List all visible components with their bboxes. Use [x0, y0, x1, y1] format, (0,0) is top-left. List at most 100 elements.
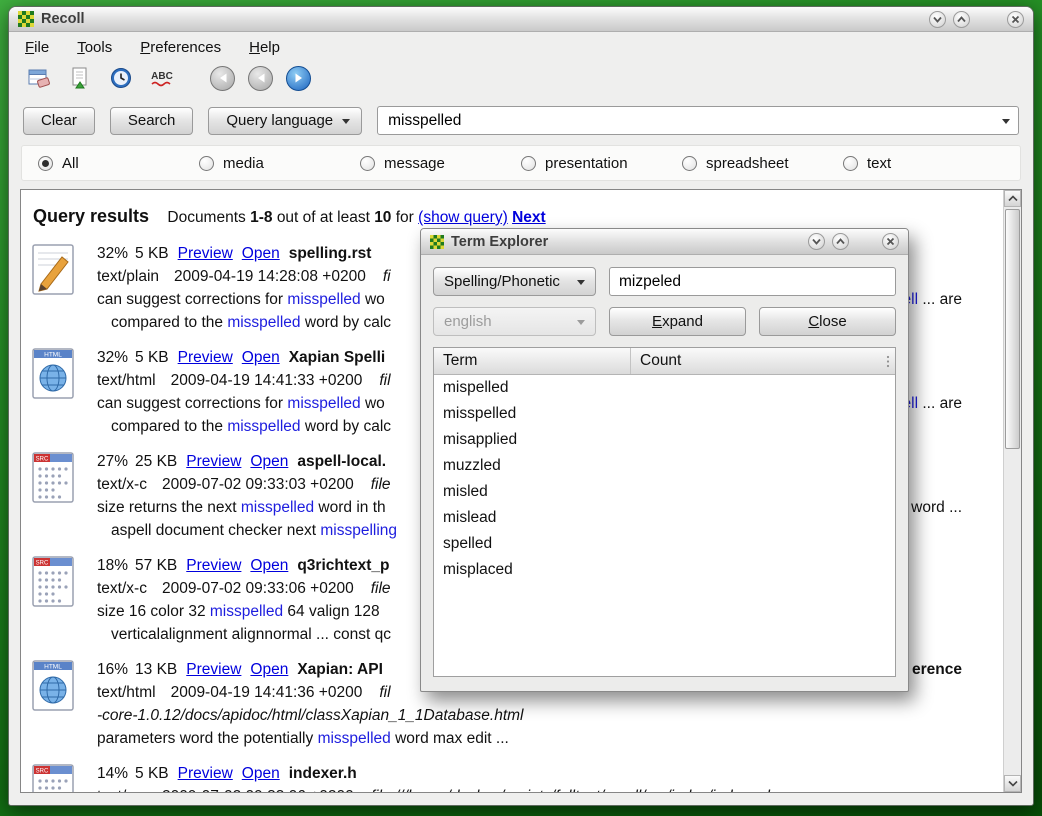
- result-title: aspell-local.: [297, 453, 386, 470]
- count-column-header[interactable]: Count: [631, 348, 895, 374]
- chevron-down-icon: [811, 236, 822, 247]
- dialog-title: Term Explorer: [451, 234, 548, 250]
- clock-icon: [109, 66, 133, 90]
- filter-all[interactable]: All: [38, 155, 199, 172]
- arrow-right-icon: [292, 71, 306, 85]
- menu-tools[interactable]: Tools: [77, 39, 112, 56]
- term-row[interactable]: mispelled: [434, 375, 895, 401]
- file-size: 57 KB: [135, 557, 177, 574]
- svg-text:SRC: SRC: [36, 457, 49, 463]
- first-page-button[interactable]: [210, 66, 235, 91]
- results-range: 1-8: [250, 209, 272, 226]
- expand-button[interactable]: Expand: [609, 307, 746, 336]
- dialog-close-button[interactable]: [882, 233, 899, 250]
- close-button[interactable]: Close: [759, 307, 896, 336]
- term-table-header[interactable]: Term Count: [434, 348, 895, 375]
- filter-media[interactable]: media: [199, 155, 360, 172]
- result-title: indexer.h: [289, 765, 357, 782]
- dialog-maximize-button[interactable]: [832, 233, 849, 250]
- expansion-mode-combo[interactable]: Spelling/Phonetic: [433, 267, 596, 296]
- open-link[interactable]: Open: [242, 349, 280, 366]
- open-link[interactable]: Open: [250, 557, 288, 574]
- shade-button[interactable]: [929, 11, 946, 28]
- term-row[interactable]: misapplied: [434, 427, 895, 453]
- chevron-down-icon: [1008, 780, 1018, 787]
- term-explorer-button[interactable]: ABC: [144, 62, 180, 94]
- query-language-combo[interactable]: Query language: [208, 107, 362, 135]
- preview-link[interactable]: Preview: [186, 557, 241, 574]
- chevron-up-icon: [956, 14, 967, 25]
- next-page-link[interactable]: Next: [512, 209, 546, 226]
- filter-presentation[interactable]: presentation: [521, 155, 682, 172]
- svg-text:SRC: SRC: [36, 561, 49, 567]
- maximize-button[interactable]: [953, 11, 970, 28]
- scroll-down-button[interactable]: [1004, 775, 1021, 792]
- search-history-dropdown[interactable]: [994, 107, 1018, 134]
- result-title: q3richtext_p: [297, 557, 389, 574]
- results-scrollbar[interactable]: [1003, 190, 1021, 792]
- next-page-button[interactable]: [286, 66, 311, 91]
- menu-help[interactable]: Help: [249, 39, 280, 56]
- term-row[interactable]: mislead: [434, 505, 895, 531]
- preview-link[interactable]: Preview: [178, 245, 233, 262]
- term-row[interactable]: misspelled: [434, 401, 895, 427]
- search-button[interactable]: Search: [110, 107, 194, 135]
- language-combo: english: [433, 307, 596, 336]
- clear-search-button[interactable]: [21, 62, 57, 94]
- file-size: 5 KB: [135, 765, 169, 782]
- term-row[interactable]: muzzled: [434, 453, 895, 479]
- open-link[interactable]: Open: [242, 245, 280, 262]
- html-file-icon: HTML: [31, 346, 81, 438]
- source-file-icon: SRC: [31, 554, 81, 646]
- term-table: Term Count mispelled misspelled misappli…: [433, 347, 896, 677]
- close-button[interactable]: [1007, 11, 1024, 28]
- radio-icon: [38, 156, 53, 171]
- term-input[interactable]: [609, 267, 896, 296]
- filter-message[interactable]: message: [360, 155, 521, 172]
- search-input[interactable]: [378, 112, 994, 130]
- filter-row: All media message presentation spreadshe…: [21, 145, 1021, 181]
- preview-link[interactable]: Preview: [178, 765, 233, 782]
- menu-preferences[interactable]: Preferences: [140, 39, 221, 56]
- start-search-button[interactable]: [62, 62, 98, 94]
- dialog-titlebar: Term Explorer: [421, 229, 908, 255]
- scroll-up-button[interactable]: [1004, 190, 1021, 207]
- results-total: 10: [374, 209, 391, 226]
- dialog-shade-button[interactable]: [808, 233, 825, 250]
- results-header: Query results Documents 1-8 out of at le…: [33, 206, 996, 227]
- preview-link[interactable]: Preview: [186, 661, 241, 678]
- menubar: File Tools Preferences Help: [9, 32, 1033, 60]
- scrollbar-thumb[interactable]: [1005, 209, 1020, 449]
- chevron-down-icon: [342, 119, 350, 124]
- recoll-app-icon: [18, 11, 34, 27]
- toolbar: ABC: [9, 60, 1033, 100]
- open-link[interactable]: Open: [250, 453, 288, 470]
- source-file-icon: SRC: [31, 762, 81, 792]
- open-link[interactable]: Open: [242, 765, 280, 782]
- column-options-icon[interactable]: [886, 355, 890, 373]
- search-field: [377, 106, 1019, 135]
- html-file-icon: HTML: [31, 658, 81, 750]
- preview-link[interactable]: Preview: [178, 349, 233, 366]
- spellcheck-abc-icon: ABC: [149, 66, 175, 90]
- relevance: 32%: [97, 349, 128, 366]
- open-link[interactable]: Open: [250, 661, 288, 678]
- prev-page-button[interactable]: [248, 66, 273, 91]
- file-size: 5 KB: [135, 245, 169, 262]
- filter-text[interactable]: text: [843, 155, 1004, 172]
- history-button[interactable]: [103, 62, 139, 94]
- term-row[interactable]: misplaced: [434, 557, 895, 583]
- term-column-header[interactable]: Term: [434, 348, 631, 374]
- menu-file[interactable]: File: [25, 39, 49, 56]
- results-title: Query results: [33, 206, 149, 226]
- term-row[interactable]: misled: [434, 479, 895, 505]
- source-file-icon: SRC: [31, 450, 81, 542]
- radio-icon: [843, 156, 858, 171]
- file-size: 5 KB: [135, 349, 169, 366]
- preview-link[interactable]: Preview: [186, 453, 241, 470]
- show-query-link[interactable]: (show query): [418, 209, 508, 226]
- filter-spreadsheet[interactable]: spreadsheet: [682, 155, 843, 172]
- term-row[interactable]: spelled: [434, 531, 895, 557]
- window-titlebar: Recoll: [9, 7, 1033, 32]
- clear-button[interactable]: Clear: [23, 107, 95, 135]
